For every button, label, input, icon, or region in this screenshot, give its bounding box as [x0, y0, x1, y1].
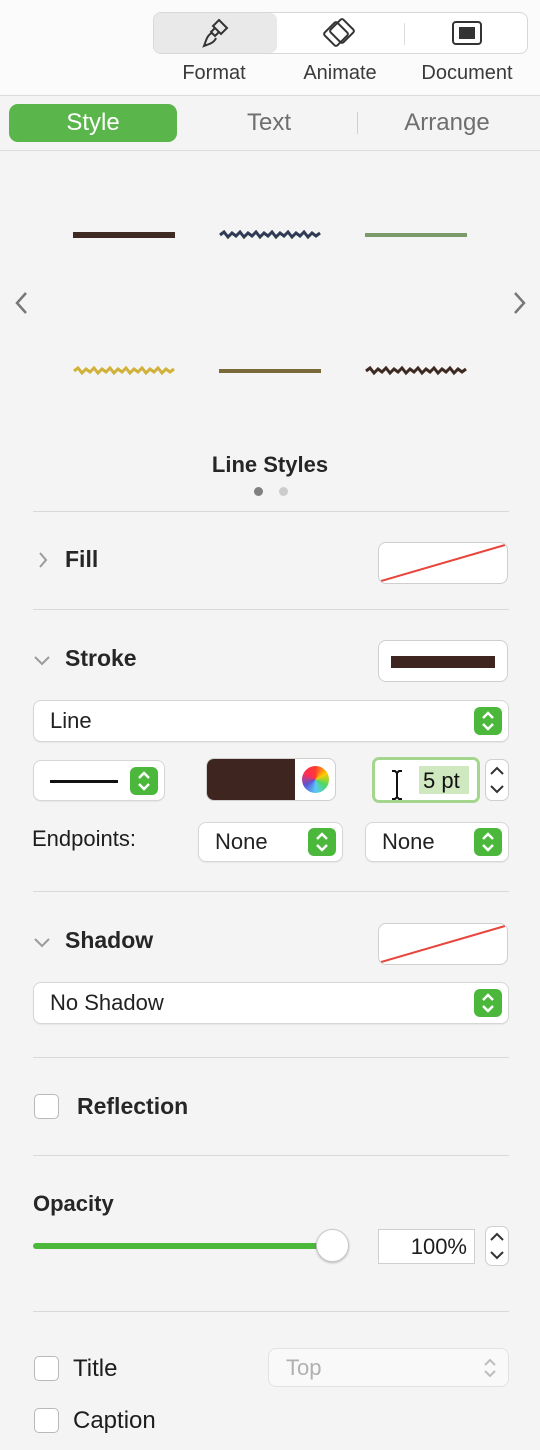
shadow-type-popup[interactable]: No Shadow — [33, 982, 509, 1024]
line-style-swatch[interactable] — [60, 215, 190, 255]
fill-label: Fill — [65, 546, 99, 572]
line-style-swatch[interactable] — [206, 215, 336, 255]
document-button[interactable] — [405, 13, 528, 53]
stroke-swatch — [391, 656, 495, 668]
document-label: Document — [421, 62, 513, 84]
divider — [33, 1155, 509, 1156]
shadow-disclosure[interactable] — [32, 932, 52, 957]
opacity-field[interactable]: 100% — [378, 1229, 475, 1264]
color-wheel-icon[interactable] — [302, 766, 329, 793]
next-page-button[interactable] — [507, 288, 531, 318]
endpoint-start-popup[interactable]: None — [198, 822, 343, 862]
animate-icon — [322, 18, 355, 47]
opacity-slider-track[interactable] — [33, 1243, 333, 1249]
line-pattern-popup[interactable] — [33, 760, 165, 801]
shadow-label: Shadow — [65, 927, 154, 953]
title-checkbox[interactable] — [34, 1356, 59, 1381]
chevron-down-icon — [34, 938, 50, 948]
up-down-arrows-icon — [484, 1358, 496, 1378]
endpoint-start-value: None — [215, 829, 268, 854]
chevron-down-icon — [34, 656, 50, 666]
line-styles-title: Line Styles — [211, 452, 329, 477]
shadow-type-value: No Shadow — [50, 990, 164, 1015]
inspector-toolbar: Format Animate Document — [0, 0, 540, 96]
fill-color-well[interactable] — [378, 542, 508, 584]
opacity-slider-knob[interactable] — [316, 1229, 349, 1262]
stroke-type-popup[interactable]: Line — [33, 700, 509, 742]
opacity-stepper[interactable] — [485, 1226, 509, 1266]
animate-button[interactable] — [278, 13, 403, 53]
divider — [33, 891, 509, 892]
fill-disclosure[interactable] — [36, 549, 50, 576]
up-down-arrows-icon — [474, 707, 502, 735]
reflection-checkbox[interactable] — [34, 1094, 59, 1119]
format-label: Format — [182, 62, 246, 84]
stroke-width-value: 5 pt — [423, 768, 460, 793]
opacity-label: Opacity — [33, 1191, 114, 1216]
chevron-right-icon — [514, 292, 526, 314]
caption-checkbox[interactable] — [34, 1408, 59, 1433]
tab-text[interactable]: Text — [183, 104, 355, 142]
endpoints-label: Endpoints: — [32, 826, 136, 851]
text-cursor-icon — [392, 770, 402, 800]
stroke-width-stepper[interactable] — [485, 759, 509, 801]
endpoint-end-value: None — [382, 829, 435, 854]
divider — [33, 1057, 509, 1058]
inspector-tabs: Style Text Arrange — [0, 96, 540, 151]
caption-label: Caption — [73, 1407, 156, 1434]
paintbrush-icon — [201, 18, 228, 48]
line-style-swatch[interactable] — [60, 351, 190, 391]
divider — [33, 609, 509, 610]
previous-page-button[interactable] — [10, 288, 34, 318]
title-label: Title — [73, 1355, 118, 1382]
solid-line-preview — [50, 780, 118, 783]
chevron-left-icon — [15, 292, 27, 314]
up-down-arrows-icon — [474, 989, 502, 1017]
title-position-value: Top — [286, 1355, 322, 1380]
stroke-color-picker[interactable] — [206, 758, 336, 801]
up-down-arrows-icon — [474, 828, 502, 856]
divider — [33, 1311, 509, 1312]
page-indicator-dot[interactable] — [279, 487, 288, 496]
animate-label: Animate — [303, 62, 377, 84]
inspector-mode-segmented-control — [153, 12, 528, 54]
shadow-color-well[interactable] — [378, 923, 508, 965]
line-style-swatch[interactable] — [352, 215, 482, 255]
tab-style[interactable]: Style — [9, 104, 177, 142]
up-down-arrows-icon — [130, 766, 158, 795]
up-down-arrows-icon — [308, 828, 336, 856]
stroke-disclosure[interactable] — [32, 650, 52, 675]
stroke-color-well[interactable] — [378, 640, 508, 682]
stroke-color-swatch — [207, 759, 295, 800]
tab-arrange[interactable]: Arrange — [360, 104, 534, 142]
format-button[interactable] — [154, 13, 277, 53]
stroke-width-field[interactable]: 5 pt — [372, 757, 480, 803]
document-icon — [451, 21, 482, 45]
reflection-label: Reflection — [77, 1093, 189, 1119]
line-style-swatch[interactable] — [352, 351, 482, 391]
endpoint-end-popup[interactable]: None — [365, 822, 509, 862]
title-position-popup[interactable]: Top — [268, 1348, 509, 1387]
line-style-swatch[interactable] — [206, 351, 336, 391]
stroke-type-value: Line — [50, 708, 92, 733]
stroke-label: Stroke — [65, 645, 137, 671]
page-indicator-dot[interactable] — [254, 487, 263, 496]
no-fill-slash — [380, 544, 506, 582]
chevron-right-icon — [39, 552, 48, 568]
divider — [33, 511, 509, 512]
tab-divider — [357, 112, 358, 134]
no-fill-slash — [380, 925, 506, 963]
